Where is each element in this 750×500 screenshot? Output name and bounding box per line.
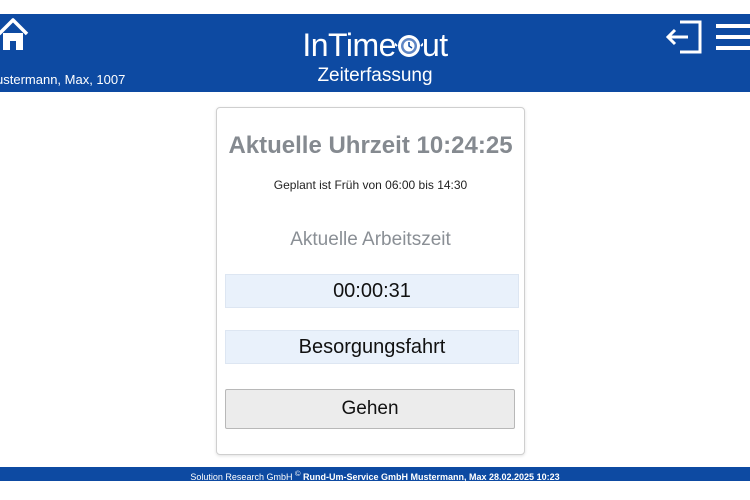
worktime-value: 00:00:31 bbox=[225, 274, 519, 308]
logout-icon bbox=[665, 20, 702, 54]
current-time: Aktuelle Uhrzeit 10:24:25 bbox=[228, 132, 513, 159]
time-card: Aktuelle Uhrzeit 10:24:25 Geplant ist Fr… bbox=[216, 107, 525, 455]
header-bar: ustermann, Max, 1007 InTime ut Zeiterfass… bbox=[0, 14, 750, 92]
go-button[interactable]: Gehen bbox=[225, 389, 515, 429]
worktime-label: Aktuelle Arbeitszeit bbox=[290, 229, 451, 250]
footer-company: Solution Research GmbH bbox=[190, 472, 295, 482]
app-subtitle: Zeiterfassung bbox=[317, 65, 433, 86]
menu-button[interactable] bbox=[716, 22, 750, 52]
clock-logo-icon bbox=[393, 30, 425, 68]
hamburger-menu-icon bbox=[716, 24, 750, 50]
logout-button[interactable] bbox=[665, 18, 704, 56]
app-brand: InTime ut Zeiterfassung bbox=[0, 26, 750, 86]
activity-field: Besorgungsfahrt bbox=[225, 330, 519, 364]
planned-shift: Geplant ist Früh von 06:00 bis 14:30 bbox=[273, 178, 468, 192]
footer: Solution Research GmbH © Rund-Um-Service… bbox=[0, 467, 750, 482]
footer-info: Rund-Um-Service GmbH Mustermann, Max 28.… bbox=[300, 472, 560, 482]
app-title: InTime ut bbox=[0, 26, 750, 68]
